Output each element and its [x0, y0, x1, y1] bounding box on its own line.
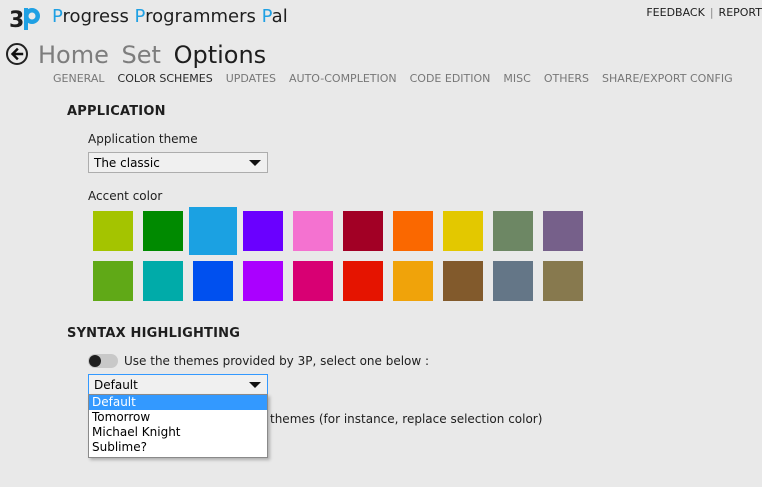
tab-bar: GENERAL COLOR SCHEMES UPDATES AUTO-COMPLETI…	[53, 72, 746, 86]
use-3p-themes-toggle[interactable]	[88, 354, 118, 368]
app-title-part: P	[134, 6, 146, 27]
syntax-theme-option[interactable]: Sublime?	[89, 440, 267, 455]
accent-swatch[interactable]	[93, 261, 133, 301]
breadcrumb-home[interactable]: Home	[38, 41, 109, 69]
page-title: Options	[173, 41, 267, 69]
app-title-part: al	[271, 6, 288, 27]
tab-auto-completion[interactable]: AUTO-COMPLETION	[289, 72, 397, 86]
arrow-left-icon	[10, 47, 24, 61]
breadcrumb-set[interactable]: Set	[122, 41, 161, 69]
accent-swatch[interactable]	[93, 211, 133, 251]
accent-swatch[interactable]	[493, 261, 533, 301]
application-theme-value: The classic	[94, 156, 160, 170]
app-title-part: rogrammers	[145, 6, 262, 27]
accent-swatch[interactable]	[293, 211, 333, 251]
accent-swatch[interactable]	[243, 261, 283, 301]
accent-swatch[interactable]	[343, 261, 383, 301]
syntax-theme-option[interactable]: Default	[89, 395, 267, 410]
syntax-highlighting-header: SYNTAX HIGHLIGHTING	[67, 326, 241, 341]
accent-swatch[interactable]	[343, 211, 383, 251]
report-link[interactable]: REPORT	[719, 6, 762, 19]
app-title-part: P	[261, 6, 272, 27]
accent-swatch[interactable]	[243, 211, 283, 251]
accent-swatch[interactable]	[443, 211, 483, 251]
toggle-knob	[89, 355, 101, 367]
accent-swatch[interactable]	[143, 211, 183, 251]
override-themes-label: themes (for instance, replace selection …	[270, 412, 543, 426]
chevron-down-icon	[249, 382, 261, 388]
app-logo-icon: 3	[9, 8, 40, 32]
application-theme-select[interactable]: The classic	[88, 152, 268, 173]
syntax-theme-value: Default	[94, 378, 138, 392]
tab-misc[interactable]: MISC	[503, 72, 530, 86]
accent-swatch[interactable]	[493, 211, 533, 251]
breadcrumb: Home Set Options	[38, 40, 266, 70]
svg-text:3: 3	[9, 8, 24, 32]
accent-swatch[interactable]	[143, 261, 183, 301]
use-3p-themes-label: Use the themes provided by 3P, select on…	[124, 354, 430, 368]
tab-share-export-config[interactable]: SHARE/EXPORT CONFIG	[602, 72, 733, 86]
app-title: Progress Programmers Pal	[52, 6, 288, 28]
chevron-down-icon	[249, 160, 261, 166]
link-separator: |	[709, 6, 714, 19]
application-header: APPLICATION	[67, 104, 166, 119]
accent-swatch[interactable]	[443, 261, 483, 301]
accent-swatch[interactable]	[393, 211, 433, 251]
accent-swatch[interactable]	[393, 261, 433, 301]
application-theme-label: Application theme	[88, 132, 198, 146]
back-button[interactable]	[6, 43, 28, 65]
accent-color-label: Accent color	[88, 189, 163, 203]
accent-swatch[interactable]	[543, 261, 583, 301]
app-title-part: rogress	[62, 6, 135, 27]
accent-swatch[interactable]	[189, 207, 237, 255]
top-links: FEEDBACK | REPORT	[646, 6, 762, 20]
tab-general[interactable]: GENERAL	[53, 72, 105, 86]
tab-others[interactable]: OTHERS	[544, 72, 589, 86]
accent-swatch[interactable]	[293, 261, 333, 301]
accent-swatch[interactable]	[193, 261, 233, 301]
syntax-theme-dropdown: Default Tomorrow Michael Knight Sublime?	[88, 394, 268, 458]
tab-updates[interactable]: UPDATES	[226, 72, 276, 86]
accent-swatch[interactable]	[543, 211, 583, 251]
app-title-part: P	[52, 6, 63, 27]
tab-code-edition[interactable]: CODE EDITION	[410, 72, 491, 86]
feedback-link[interactable]: FEEDBACK	[646, 6, 704, 19]
syntax-theme-select[interactable]: Default	[88, 374, 268, 395]
tab-color-schemes[interactable]: COLOR SCHEMES	[118, 72, 213, 86]
syntax-theme-option[interactable]: Michael Knight	[89, 425, 267, 440]
syntax-theme-option[interactable]: Tomorrow	[89, 410, 267, 425]
